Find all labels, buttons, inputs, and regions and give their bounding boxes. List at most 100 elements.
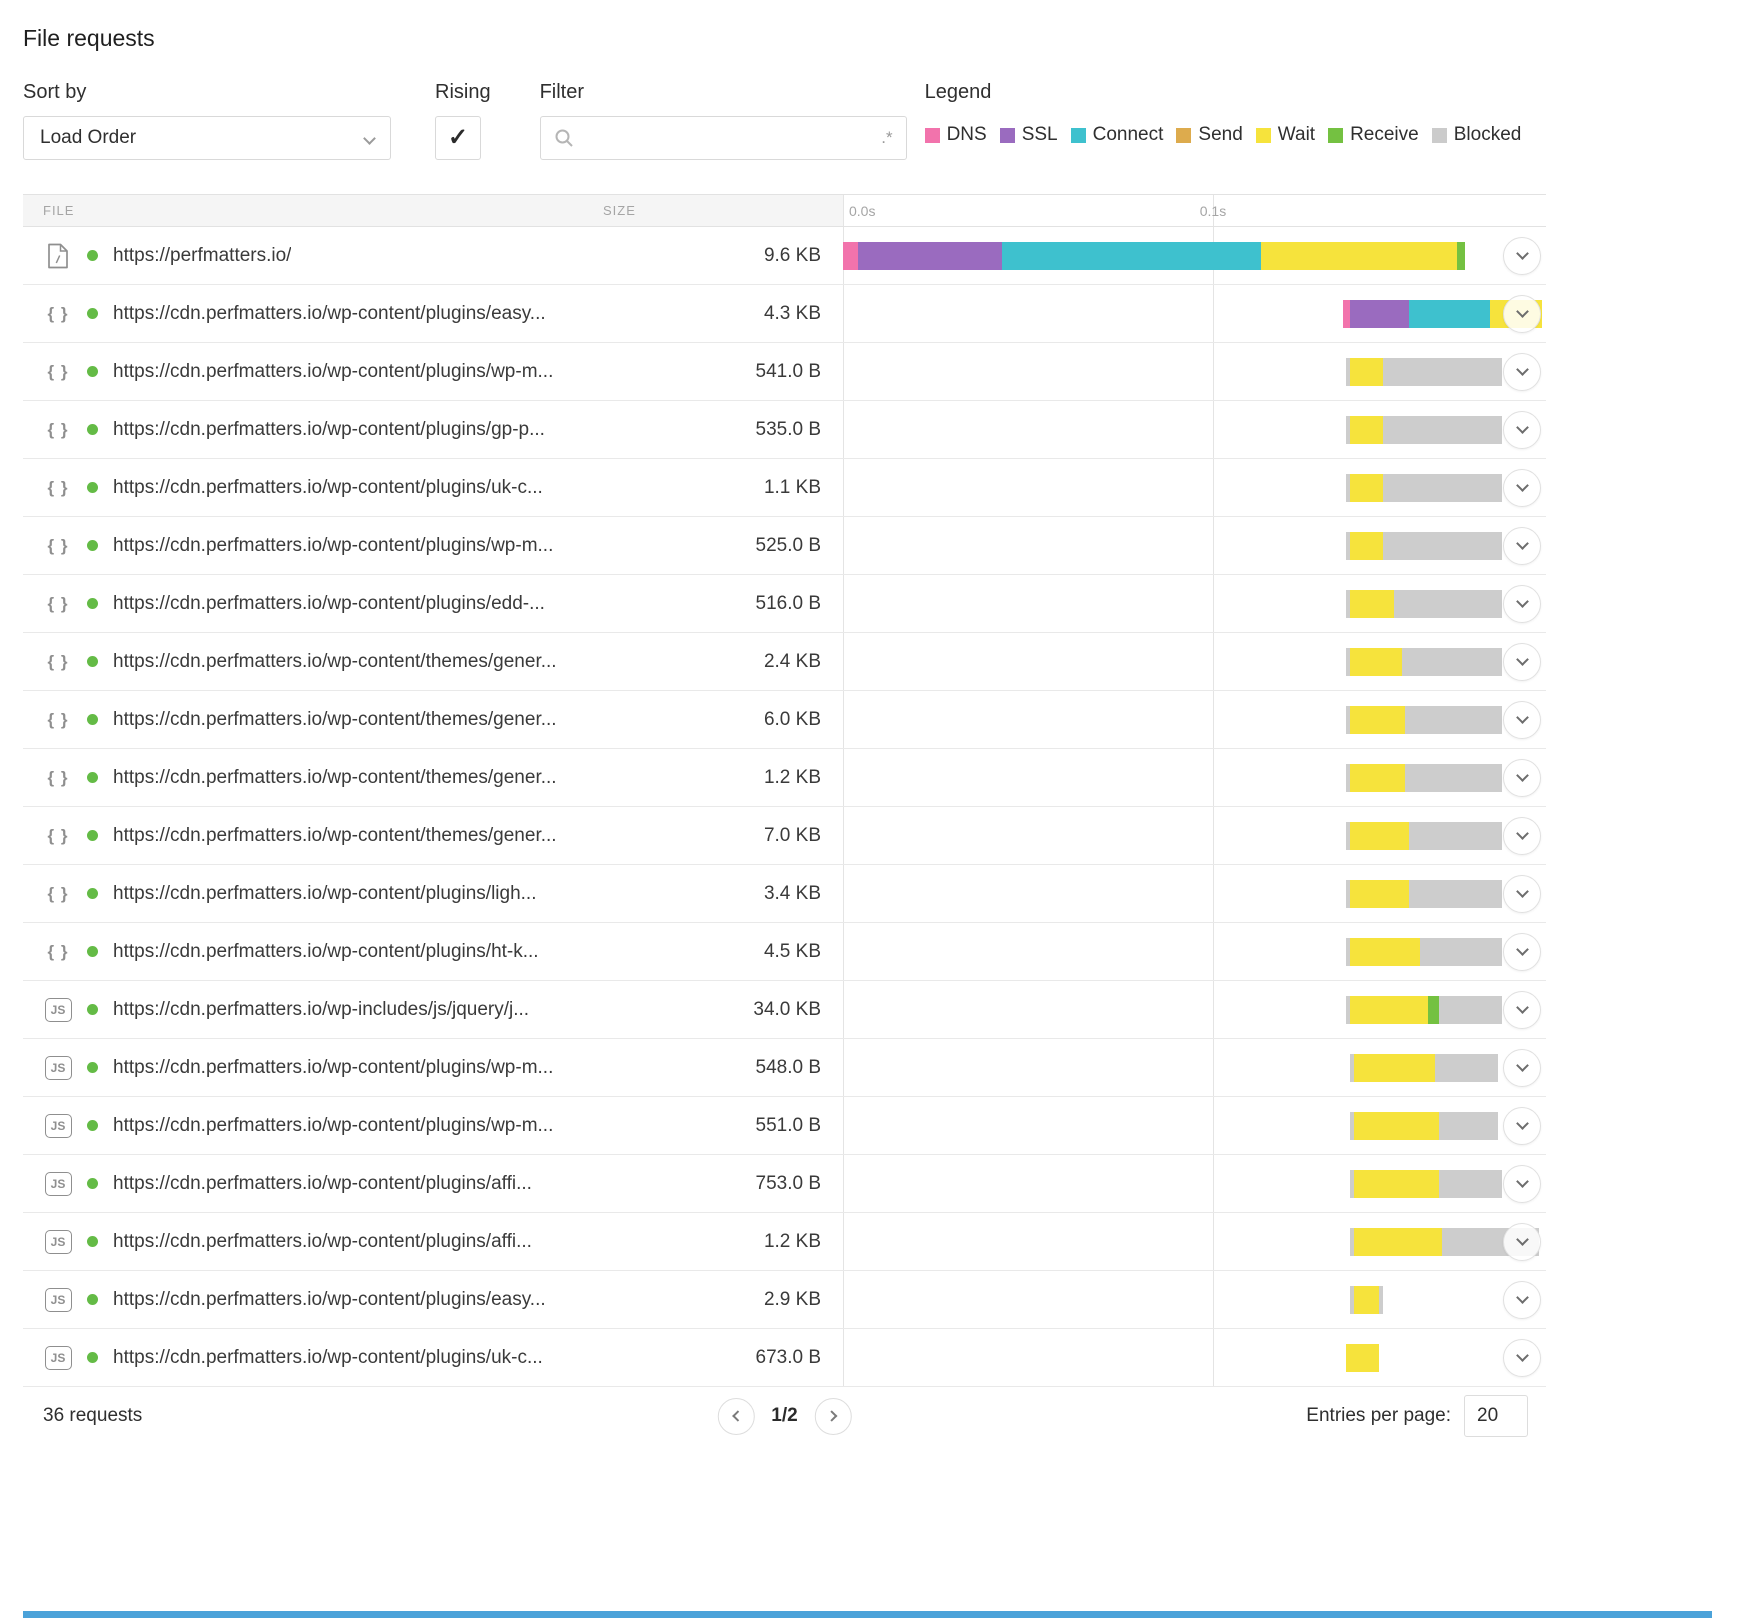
table-row: JS https://cdn.perfmatters.io/wp-content…	[23, 1271, 1546, 1329]
status-dot	[87, 1062, 98, 1073]
expand-row-button[interactable]	[1503, 1165, 1541, 1203]
expand-row-button[interactable]	[1503, 701, 1541, 739]
legend-swatch	[925, 128, 940, 143]
waterfall-bar	[1346, 996, 1501, 1024]
segment-wait	[1350, 590, 1394, 618]
search-icon	[554, 128, 574, 148]
timeline-cell	[843, 691, 1546, 748]
legend-item-label: SSL	[1022, 124, 1058, 146]
segment-wait	[1350, 822, 1409, 850]
file-cell: JS https://cdn.perfmatters.io/wp-content…	[23, 1097, 603, 1154]
expand-row-button[interactable]	[1503, 295, 1541, 333]
expand-row-button[interactable]	[1503, 759, 1541, 797]
expand-row-button[interactable]	[1503, 933, 1541, 971]
legend-swatch	[1256, 128, 1271, 143]
timeline-cell	[843, 227, 1546, 284]
chevron-down-icon	[1516, 827, 1529, 840]
filter-input-wrap: .*	[540, 116, 907, 160]
legend-swatch	[1328, 128, 1343, 143]
next-page-button[interactable]	[815, 1398, 852, 1435]
entries-per-page-input[interactable]	[1464, 1395, 1528, 1437]
segment-dns	[1343, 300, 1350, 328]
segment-wait	[1261, 242, 1457, 270]
file-url: https://cdn.perfmatters.io/wp-content/pl…	[113, 1115, 553, 1137]
table-row: JS https://cdn.perfmatters.io/wp-content…	[23, 1329, 1546, 1387]
expand-row-button[interactable]	[1503, 1223, 1541, 1261]
timeline-gridline	[843, 633, 844, 690]
expand-row-button[interactable]	[1503, 585, 1541, 623]
expand-row-button[interactable]	[1503, 469, 1541, 507]
file-url: https://cdn.perfmatters.io/wp-content/th…	[113, 767, 557, 789]
rising-checkbox[interactable]: ✓	[435, 116, 481, 160]
expand-row-button[interactable]	[1503, 1281, 1541, 1319]
requests-count: 36 requests	[43, 1405, 142, 1427]
expand-row-button[interactable]	[1503, 875, 1541, 913]
chevron-down-icon	[1516, 885, 1529, 898]
css-braces-icon: { }	[43, 710, 73, 730]
file-cell: { } https://cdn.perfmatters.io/wp-conten…	[23, 285, 603, 342]
status-dot	[87, 1120, 98, 1131]
segment-blocked	[1379, 1286, 1383, 1314]
expand-row-button[interactable]	[1503, 991, 1541, 1029]
file-cell: { } https://cdn.perfmatters.io/wp-conten…	[23, 343, 603, 400]
expand-row-button[interactable]	[1503, 643, 1541, 681]
file-url: https://cdn.perfmatters.io/wp-content/pl…	[113, 883, 537, 905]
prev-page-button[interactable]	[717, 1398, 754, 1435]
legend-item-send: Send	[1176, 124, 1242, 146]
segment-wait	[1346, 1344, 1379, 1372]
file-url: https://cdn.perfmatters.io/wp-content/pl…	[113, 535, 553, 557]
status-dot	[87, 714, 98, 725]
entries-per-page-group: Entries per page:	[1306, 1395, 1528, 1437]
expand-row-button[interactable]	[1503, 1107, 1541, 1145]
segment-wait	[1350, 764, 1405, 792]
timeline-gridline	[843, 923, 844, 980]
js-file-icon: JS	[43, 1230, 73, 1254]
segment-wait	[1350, 416, 1383, 444]
page-title: File requests	[23, 24, 1546, 52]
table-row: JS https://cdn.perfmatters.io/wp-content…	[23, 1097, 1546, 1155]
legend-item-receive: Receive	[1328, 124, 1419, 146]
expand-row-button[interactable]	[1503, 527, 1541, 565]
table-row: { } https://cdn.perfmatters.io/wp-conten…	[23, 749, 1546, 807]
js-file-icon: JS	[43, 998, 73, 1022]
timeline-cell	[843, 633, 1546, 690]
table-header: FILE SIZE 0.0s0.1s	[23, 194, 1546, 227]
file-url: https://cdn.perfmatters.io/wp-content/th…	[113, 651, 557, 673]
expand-row-button[interactable]	[1503, 817, 1541, 855]
css-braces-icon: { }	[43, 420, 73, 440]
expand-row-button[interactable]	[1503, 1339, 1541, 1377]
file-cell: JS https://cdn.perfmatters.io/wp-content…	[23, 1271, 603, 1328]
file-size: 516.0 B	[756, 593, 822, 615]
expand-row-button[interactable]	[1503, 1049, 1541, 1087]
file-url: https://cdn.perfmatters.io/wp-includes/j…	[113, 999, 529, 1021]
size-cell: 34.0 KB	[603, 981, 843, 1038]
timeline-cell	[843, 981, 1546, 1038]
table-row: { } https://cdn.perfmatters.io/wp-conten…	[23, 923, 1546, 981]
legend-swatch	[1432, 128, 1447, 143]
segment-wait	[1350, 358, 1383, 386]
filter-input[interactable]	[584, 127, 882, 150]
legend-swatch	[1000, 128, 1015, 143]
segment-blocked	[1420, 938, 1501, 966]
chevron-down-icon	[363, 132, 376, 145]
expand-row-button[interactable]	[1503, 237, 1541, 275]
timeline-gridline	[1213, 575, 1214, 632]
size-cell: 548.0 B	[603, 1039, 843, 1096]
segment-wait	[1350, 938, 1420, 966]
timeline-gridline	[843, 1039, 844, 1096]
js-badge: JS	[45, 1056, 72, 1080]
segment-wait	[1354, 1054, 1435, 1082]
file-url: https://cdn.perfmatters.io/wp-content/pl…	[113, 1173, 532, 1195]
file-url: https://perfmatters.io/	[113, 245, 291, 267]
size-cell: 4.5 KB	[603, 923, 843, 980]
entries-per-page-label: Entries per page:	[1306, 1405, 1451, 1427]
expand-row-button[interactable]	[1503, 353, 1541, 391]
page-indicator: 1/2	[771, 1405, 797, 1427]
table-row: JS https://cdn.perfmatters.io/wp-content…	[23, 1039, 1546, 1097]
waterfall-bar	[1346, 358, 1501, 386]
sort-by-dropdown[interactable]: Load Order	[23, 116, 391, 160]
legend-item-connect: Connect	[1071, 124, 1164, 146]
timeline-cell	[843, 1329, 1546, 1386]
file-cell: JS https://cdn.perfmatters.io/wp-content…	[23, 1213, 603, 1270]
expand-row-button[interactable]	[1503, 411, 1541, 449]
